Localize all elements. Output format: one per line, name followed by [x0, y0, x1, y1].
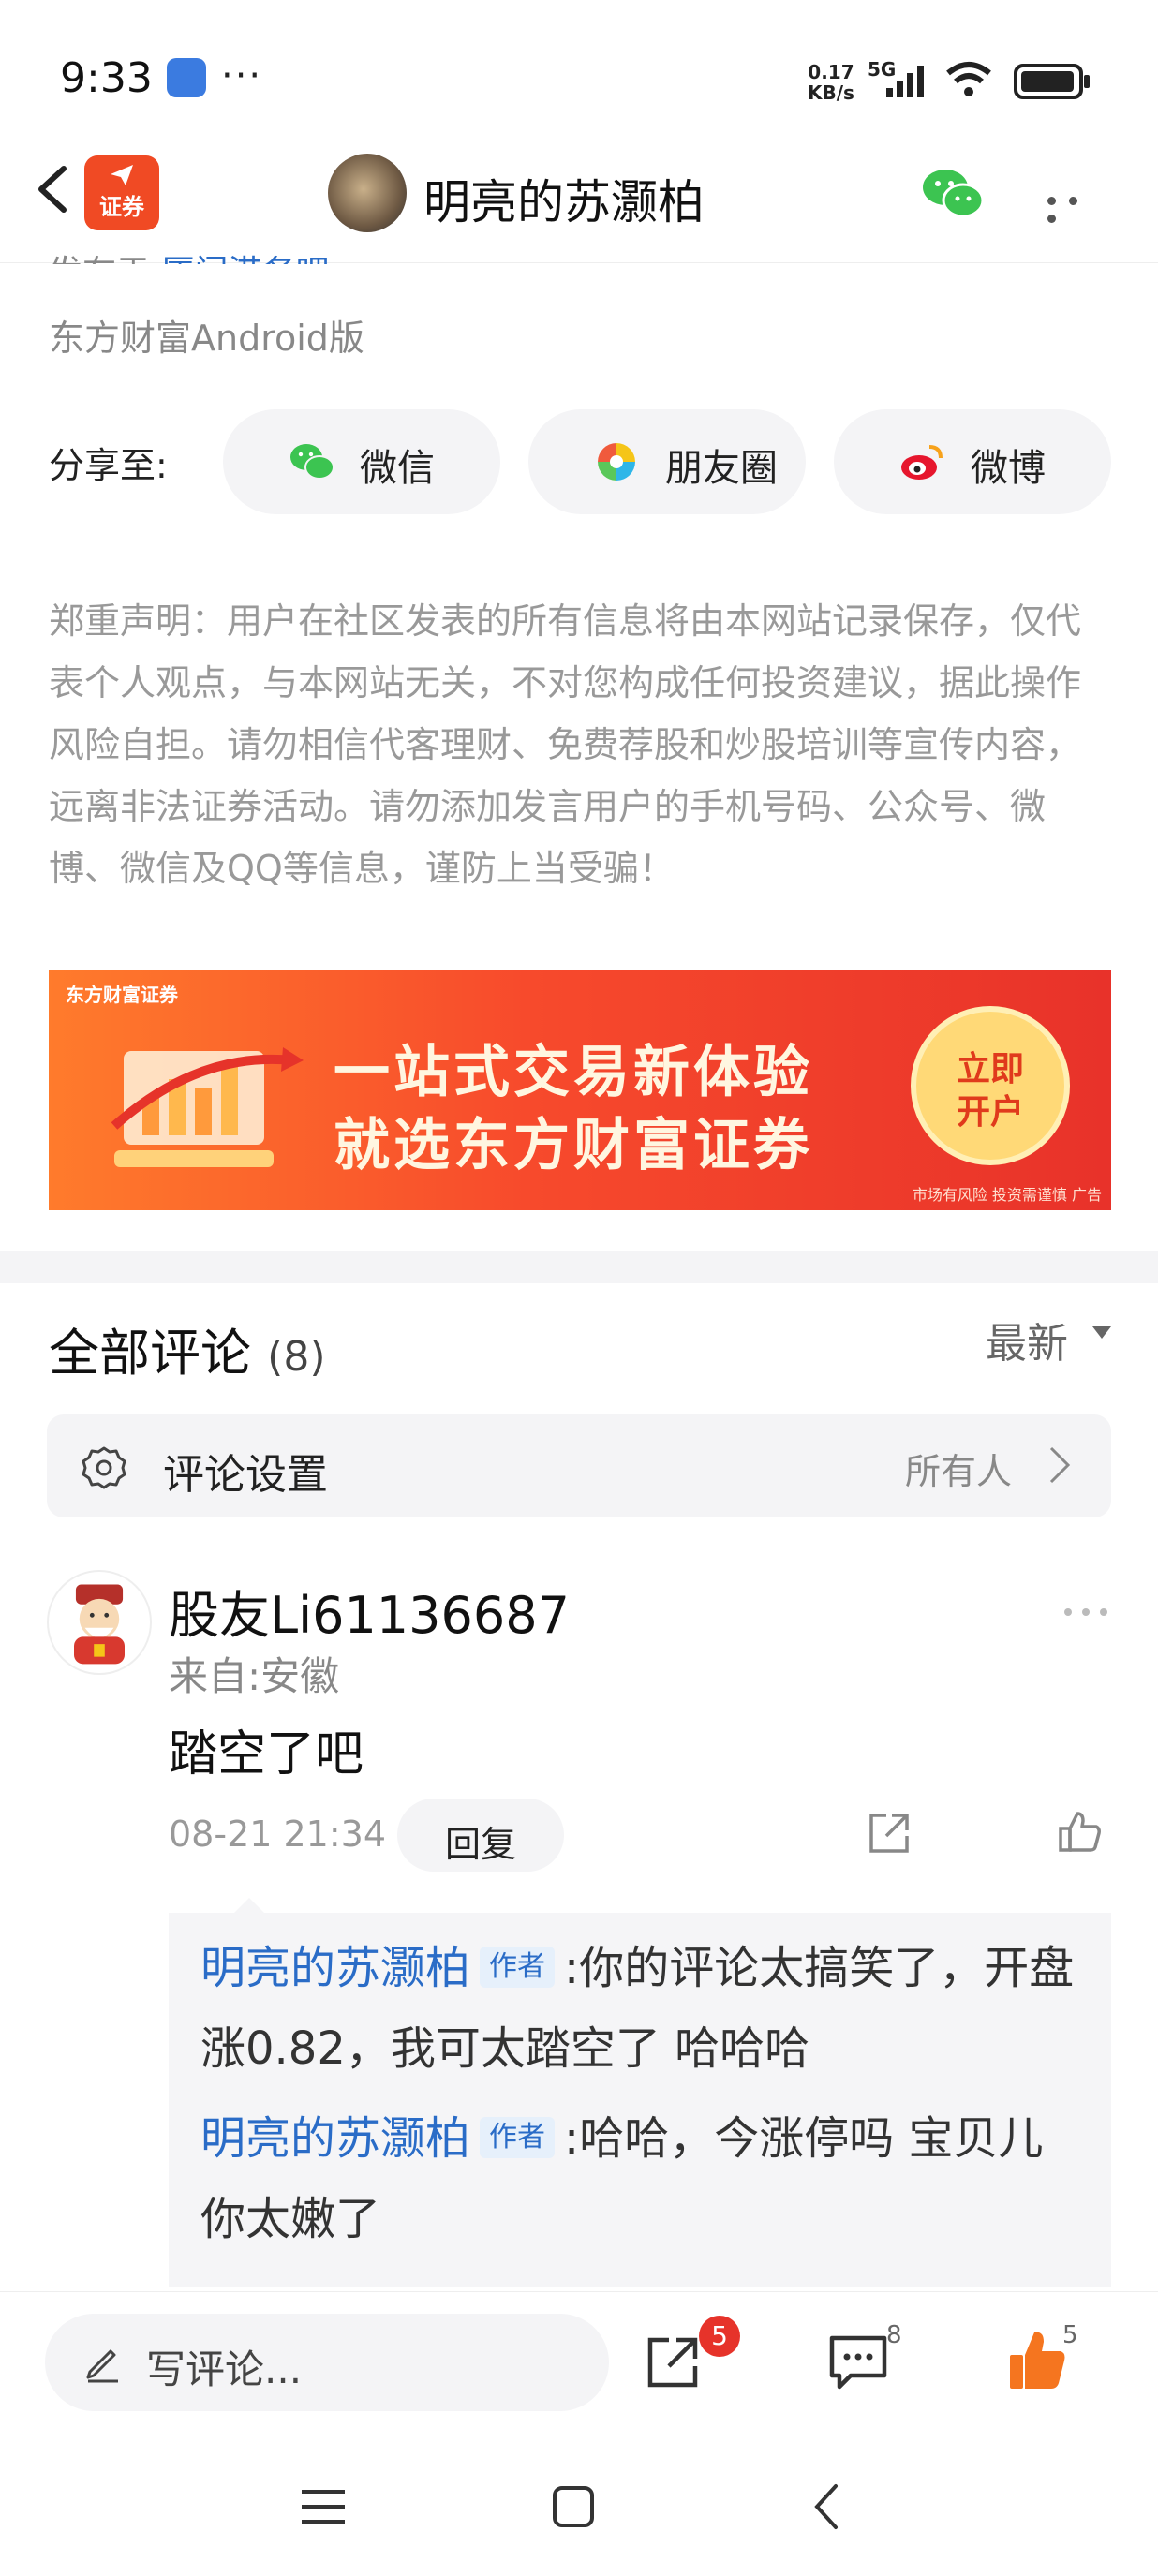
promo-banner[interactable]: 东方财富证券 一站式交易新体验 就选东方财富证券 立即 开户 市场有风险 投资需… [49, 970, 1111, 1210]
posted-in: 发布于 厦门港务吧 [49, 245, 329, 264]
open-account-button[interactable]: 立即 开户 [911, 1006, 1070, 1165]
back-nav-icon[interactable] [808, 2482, 845, 2531]
comments-count: (8) [267, 1333, 326, 1381]
wifi-icon [946, 62, 991, 96]
comment-settings-row[interactable]: 评论设置 所有人 [47, 1414, 1111, 1517]
commenter-location: 来自:安徽 [169, 1653, 340, 1699]
wechat-icon[interactable] [920, 165, 986, 221]
commenter-name[interactable]: 股友Li61136687 [169, 1574, 570, 1648]
forward-share-icon[interactable] [643, 2332, 703, 2392]
like-thumbs-up-icon[interactable] [1006, 2327, 1068, 2394]
thumbs-up-icon[interactable] [1057, 1808, 1104, 1855]
disclaimer-text: 郑重声明：用户在社区发表的所有信息将由本网站记录保存，仅代表个人观点，与本网站无… [49, 600, 1082, 889]
weibo-icon [901, 445, 943, 480]
status-time: 9:33 [60, 54, 153, 102]
write-comment-placeholder: 写评论... [146, 2347, 303, 2392]
reply-item[interactable]: 明亮的苏灏柏 作者:你的评论太搞笑了，开盘涨0.82，我可太踏空了 哈哈哈 [200, 1928, 1091, 2089]
dropdown-triangle-icon[interactable] [1092, 1326, 1111, 1339]
bar-chart-illustration-icon [111, 1047, 304, 1167]
open-account-label-2: 开户 [956, 1093, 1024, 1132]
network-speed-unit: KB/s [808, 81, 854, 104]
reply-author[interactable]: 明亮的苏灏柏 [200, 1942, 470, 1994]
stock-app-notification-icon [167, 58, 206, 97]
comment-settings-label: 评论设置 [163, 1451, 328, 1499]
banner-headline-2: 就选东方财富证券 [334, 1113, 813, 1178]
write-comment-input[interactable]: 写评论... [45, 2314, 609, 2411]
moments-icon [598, 443, 635, 481]
forum-link[interactable]: 厦门港务吧 [160, 254, 329, 264]
paper-plane-icon [111, 165, 133, 185]
banner-headline-1: 一站式交易新体验 [334, 1040, 813, 1105]
author-tag: 作者 [480, 2117, 556, 2158]
sort-dropdown[interactable]: 最新 [986, 1310, 1068, 1369]
share-wechat-button[interactable]: 微信 [223, 409, 500, 514]
securities-logo-text: 证券 [99, 194, 144, 220]
share-weibo-button[interactable]: 微博 [834, 409, 1111, 514]
signal-icon [886, 66, 924, 97]
share-moments-label: 朋友圈 [665, 447, 778, 490]
post-platform: 东方财富Android版 [49, 318, 364, 359]
home-icon[interactable] [551, 2484, 596, 2529]
more-notifications-icon: ··· [221, 54, 263, 97]
share-count-badge: 5 [699, 2316, 740, 2357]
reply-button-label: 回复 [444, 1824, 516, 1865]
comment-bubble-icon[interactable] [826, 2332, 890, 2392]
network-speed-value: 0.17 [808, 61, 854, 83]
comment-settings-value: 所有人 [905, 1451, 1013, 1492]
battery-icon [1014, 64, 1090, 99]
fortune-god-avatar-icon [74, 1584, 125, 1665]
chevron-right-icon [1049, 1446, 1071, 1484]
comments-title: 全部评论 (8) [49, 1311, 326, 1385]
like-count: 5 [1062, 2321, 1078, 2349]
comment-count: 8 [886, 2321, 902, 2349]
reply-button[interactable]: 回复 [397, 1799, 564, 1872]
share-moments-button[interactable]: 朋友圈 [528, 409, 806, 514]
securities-logo[interactable]: 证券 [84, 155, 159, 230]
wechat-icon [290, 444, 334, 480]
banner-risk-notice: 市场有风险 投资需谨慎 广告 [912, 1186, 1102, 1204]
system-nav-bar [0, 2435, 1158, 2576]
share-wechat-label: 微信 [360, 447, 435, 490]
comment-text: 踏空了吧 [169, 1726, 364, 1783]
section-divider [0, 1251, 1158, 1283]
comments-title-text: 全部评论 [49, 1324, 251, 1383]
share-label: 分享至: [49, 445, 168, 486]
banner-brand: 东方财富证券 [66, 984, 178, 1006]
open-account-label-1: 立即 [956, 1050, 1024, 1088]
commenter-avatar[interactable] [47, 1570, 152, 1675]
pencil-icon [86, 2349, 118, 2383]
comment-more-icon[interactable] [1064, 1602, 1121, 1616]
more-options-icon[interactable] [1047, 191, 1107, 223]
author-tag: 作者 [480, 1947, 556, 1988]
share-icon[interactable] [866, 1810, 913, 1857]
share-weibo-label: 微博 [971, 447, 1046, 490]
author-avatar[interactable] [328, 154, 407, 232]
gear-icon [82, 1446, 126, 1489]
replies-pointer [234, 1898, 264, 1913]
menu-icon[interactable] [300, 2488, 347, 2525]
network-speed: 0.17 KB/s [808, 62, 854, 103]
status-bar: 9:33 ··· 0.17 KB/s 5G [0, 0, 1158, 141]
comment-datetime: 08-21 21:34 [169, 1814, 387, 1855]
reply-author[interactable]: 明亮的苏灏柏 [200, 2112, 470, 2165]
posted-in-prefix: 发布于 [49, 254, 150, 264]
page-title: 明亮的苏灏柏 [423, 175, 705, 229]
back-arrow-icon[interactable] [28, 161, 84, 217]
reply-item[interactable]: 明亮的苏灏柏 作者:哈哈，今涨停吗 宝贝儿 你太嫩了 [200, 2098, 1091, 2259]
